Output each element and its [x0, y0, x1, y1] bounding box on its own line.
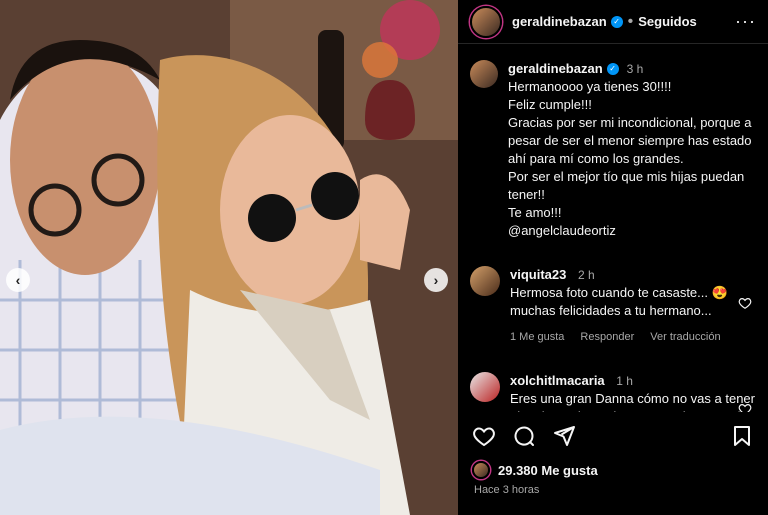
- comment-item: xolchitlmacaria 1 h Eres una gran Danna …: [470, 372, 756, 412]
- comment-time: 2 h: [577, 268, 595, 282]
- verified-badge-icon: ✓: [610, 15, 623, 28]
- post-caption: geraldinebazan ✓ 3 h Hermanoooo ya tiene…: [470, 60, 756, 240]
- post-sidebar: geraldinebazan ✓ • Seguidos ··· geraldin…: [458, 0, 768, 515]
- caption-time: 3 h: [626, 62, 644, 76]
- follow-state-button[interactable]: Seguidos: [638, 14, 697, 29]
- commenter-avatar[interactable]: [470, 372, 500, 402]
- like-heart-icon[interactable]: [472, 424, 496, 448]
- commenter-username[interactable]: xolchitlmacaria: [510, 373, 605, 388]
- caption-mention-link[interactable]: @angelclaudeortiz: [508, 222, 756, 240]
- caption-avatar[interactable]: [470, 60, 498, 88]
- more-options-icon[interactable]: ···: [735, 11, 756, 32]
- liker-avatar: [472, 461, 490, 479]
- caption-line: Feliz cumple!!!: [508, 97, 592, 112]
- previous-photo-button[interactable]: ‹: [6, 268, 30, 292]
- caption-line: Gracias por ser mi incondicional, porque…: [508, 115, 752, 166]
- post-actions: [458, 424, 768, 448]
- like-comment-heart-icon[interactable]: [738, 296, 752, 310]
- post-header: geraldinebazan ✓ • Seguidos ···: [458, 0, 768, 44]
- translate-button[interactable]: Ver traducción: [650, 328, 720, 346]
- caption-line: Por ser el mejor tío que mis hijas pueda…: [508, 169, 745, 202]
- comment-time: 1 h: [616, 374, 633, 388]
- verified-badge-icon: ✓: [606, 63, 619, 75]
- caption-line: Te amo!!!: [508, 205, 562, 220]
- caption-username[interactable]: geraldinebazan: [508, 60, 603, 78]
- photo-illustration: [0, 0, 458, 515]
- separator-dot: •: [627, 12, 634, 30]
- reply-button[interactable]: Responder: [580, 328, 634, 346]
- author-avatar[interactable]: [470, 5, 502, 38]
- comment-text: Eres una gran Danna cómo no vas a tener …: [510, 391, 755, 412]
- commenter-username[interactable]: viquita23: [510, 267, 566, 282]
- caption-line: Hermanoooo ya tienes 30!!!!: [508, 79, 672, 94]
- comment-item: viquita23 2 h Hermosa foto cuando te cas…: [470, 266, 756, 346]
- post-photo[interactable]: ‹ ›: [0, 0, 458, 515]
- author-username[interactable]: geraldinebazan: [512, 14, 607, 29]
- share-send-icon[interactable]: [552, 424, 576, 448]
- commenter-avatar[interactable]: [470, 266, 500, 296]
- likes-summary[interactable]: 29.380 Me gusta: [472, 461, 598, 479]
- post-timestamp: Hace 3 horas: [474, 484, 540, 496]
- likes-count[interactable]: 29.380 Me gusta: [498, 463, 598, 478]
- comments-panel[interactable]: geraldinebazan ✓ 3 h Hermanoooo ya tiene…: [458, 44, 768, 412]
- comment-likes[interactable]: 1 Me gusta: [510, 328, 564, 346]
- save-bookmark-icon[interactable]: [730, 424, 754, 448]
- comment-text: Hermosa foto cuando te casaste... 😍 much…: [510, 285, 728, 318]
- comment-bubble-icon[interactable]: [512, 424, 536, 448]
- next-photo-button[interactable]: ›: [424, 268, 448, 292]
- like-comment-heart-icon[interactable]: [738, 402, 752, 412]
